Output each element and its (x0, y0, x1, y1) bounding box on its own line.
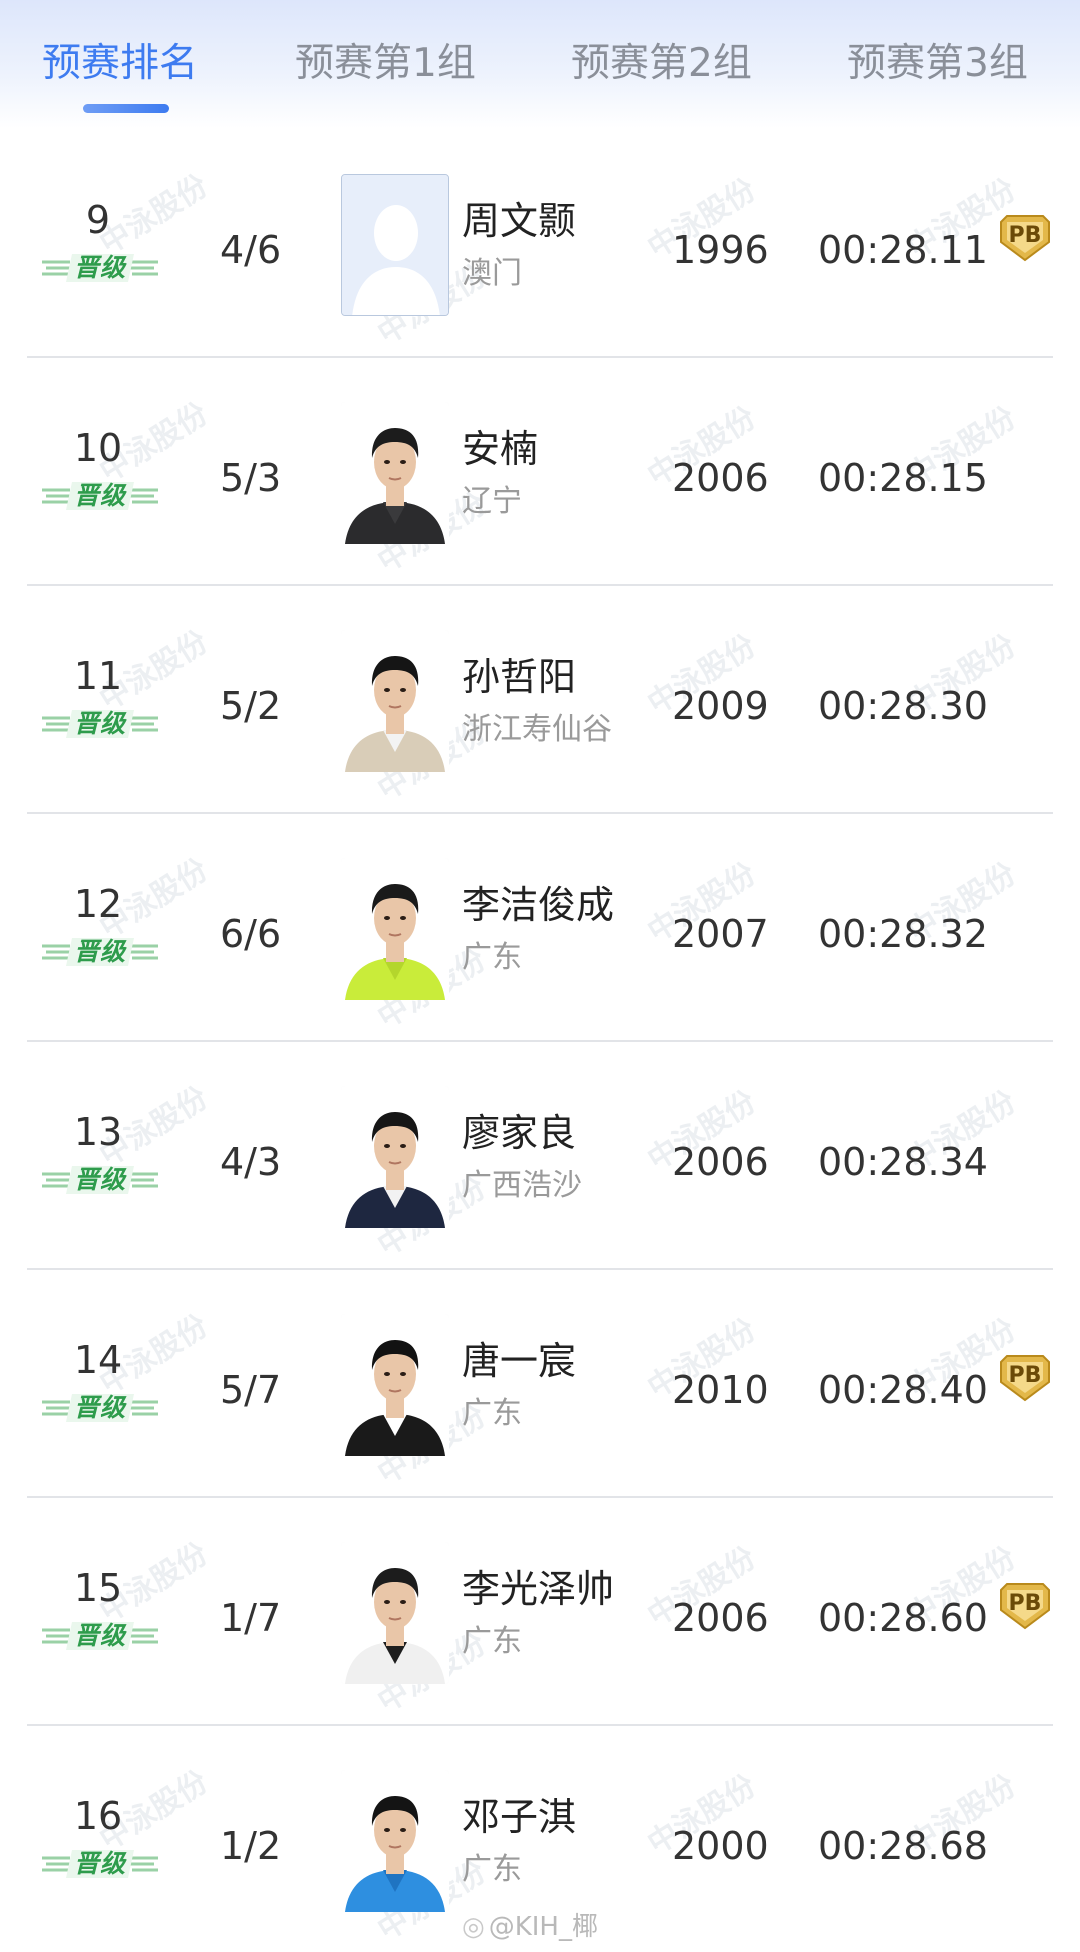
qualified-label: 晋级 (73, 1393, 126, 1422)
active-tab-indicator (83, 104, 169, 113)
race-time: 00:28.60 (818, 1596, 988, 1640)
qualified-badge: 晋级 (42, 1390, 158, 1426)
rank: 13 (73, 1110, 123, 1154)
birth-year: 2010 (672, 1368, 769, 1412)
athlete-photo[interactable] (341, 174, 449, 316)
qualified-label: 晋级 (73, 1621, 126, 1650)
race-time: 00:28.68 (818, 1824, 988, 1868)
result-row[interactable]: 中泳股份中泳股份中泳股份中泳股份9晋级4/6周文颢澳门199600:28.11P… (0, 130, 1080, 358)
birth-year: 2007 (672, 912, 769, 956)
qualified-label: 晋级 (73, 253, 126, 282)
qualified-badge: 晋级 (42, 1846, 158, 1882)
race-time: 00:28.15 (818, 456, 988, 500)
race-time: 00:28.32 (818, 912, 988, 956)
athlete-team: 辽宁 (462, 484, 522, 519)
athlete-name[interactable]: 邓子淇 (462, 1786, 576, 1841)
athlete-name[interactable]: 孙哲阳 (462, 646, 576, 701)
birth-year: 2000 (672, 1824, 769, 1868)
athlete-name[interactable]: 周文颢 (462, 190, 576, 245)
pb-badge: PB (997, 1352, 1053, 1402)
pb-label: PB (1008, 223, 1042, 248)
rank: 15 (73, 1566, 123, 1610)
tab-prelim-group-1[interactable]: 预赛第1组 (295, 34, 476, 94)
athlete-team: 浙江寿仙谷 (462, 712, 612, 747)
athlete-photo[interactable] (341, 630, 449, 772)
rank: 12 (73, 882, 123, 926)
result-row[interactable]: 中泳股份中泳股份中泳股份中泳股份15晋级1/7李光泽帅广东200600:28.6… (0, 1498, 1080, 1726)
result-row[interactable]: 中泳股份中泳股份中泳股份中泳股份12晋级6/6李洁俊成广东200700:28.3… (0, 814, 1080, 1042)
tab-prelim-group-3[interactable]: 预赛第3组 (847, 34, 1028, 94)
image-credit: ◎ @KIH_椰 (462, 1906, 598, 1943)
birth-year: 2006 (672, 456, 769, 500)
heat-lane: 4/6 (220, 228, 282, 272)
race-time: 00:28.11 (818, 228, 988, 272)
rank: 11 (73, 654, 123, 698)
rank: 14 (73, 1338, 123, 1382)
qualified-label: 晋级 (73, 937, 126, 966)
heat-lane: 6/6 (220, 912, 282, 956)
athlete-name[interactable]: 李光泽帅 (462, 1558, 614, 1613)
athlete-photo[interactable] (341, 402, 449, 544)
rank: 10 (73, 426, 123, 470)
qualified-label: 晋级 (73, 1849, 126, 1878)
birth-year: 2006 (672, 1596, 769, 1640)
heat-lane: 1/2 (220, 1824, 282, 1868)
credit-text: @KIH_椰 (488, 1912, 598, 1942)
athlete-photo[interactable] (341, 858, 449, 1000)
qualified-badge: 晋级 (42, 478, 158, 514)
race-time: 00:28.34 (818, 1140, 988, 1184)
rank: 9 (85, 198, 111, 242)
athlete-name[interactable]: 廖家良 (462, 1102, 576, 1157)
qualified-badge: 晋级 (42, 1162, 158, 1198)
race-time: 00:28.40 (818, 1368, 988, 1412)
heat-lane: 5/2 (220, 684, 282, 728)
athlete-name[interactable]: 安楠 (462, 418, 538, 473)
tab-prelim-group-2[interactable]: 预赛第2组 (571, 34, 752, 94)
athlete-name[interactable]: 李洁俊成 (462, 874, 614, 929)
heat-lane: 1/7 (220, 1596, 282, 1640)
race-time: 00:28.30 (818, 684, 988, 728)
qualified-badge: 晋级 (42, 250, 158, 286)
athlete-team: 广东 (462, 940, 522, 975)
result-row[interactable]: 中泳股份中泳股份中泳股份中泳股份10晋级5/3安楠辽宁200600:28.15 (0, 358, 1080, 586)
athlete-team: 广西浩沙 (462, 1168, 582, 1203)
athlete-photo[interactable] (341, 1542, 449, 1684)
athlete-photo[interactable] (341, 1086, 449, 1228)
pb-badge: PB (997, 212, 1053, 262)
birth-year: 2009 (672, 684, 769, 728)
qualified-badge: 晋级 (42, 934, 158, 970)
result-row[interactable]: 中泳股份中泳股份中泳股份中泳股份11晋级5/2孙哲阳浙江寿仙谷200900:28… (0, 586, 1080, 814)
pb-label: PB (1008, 1591, 1042, 1616)
results-list: 中泳股份中泳股份中泳股份中泳股份9晋级4/6周文颢澳门199600:28.11P… (0, 130, 1080, 1952)
qualified-label: 晋级 (73, 481, 126, 510)
weibo-icon: ◎ (462, 1912, 485, 1942)
tab-bar: 预赛排名 预赛第1组 预赛第2组 预赛第3组 (0, 0, 1080, 128)
athlete-team: 广东 (462, 1624, 522, 1659)
athlete-name[interactable]: 唐一宸 (462, 1330, 576, 1385)
qualified-badge: 晋级 (42, 706, 158, 742)
qualified-badge: 晋级 (42, 1618, 158, 1654)
qualified-label: 晋级 (73, 709, 126, 738)
qualified-label: 晋级 (73, 1165, 126, 1194)
pb-label: PB (1008, 1363, 1042, 1388)
athlete-team: 澳门 (462, 256, 522, 291)
pb-badge: PB (997, 1580, 1053, 1630)
athlete-photo[interactable] (341, 1314, 449, 1456)
heat-lane: 4/3 (220, 1140, 282, 1184)
athlete-photo[interactable] (341, 1770, 449, 1912)
result-row[interactable]: 中泳股份中泳股份中泳股份中泳股份13晋级4/3廖家良广西浩沙200600:28.… (0, 1042, 1080, 1270)
rank: 16 (73, 1794, 123, 1838)
athlete-team: 广东 (462, 1852, 522, 1887)
result-row[interactable]: 中泳股份中泳股份中泳股份中泳股份14晋级5/7唐一宸广东201000:28.40… (0, 1270, 1080, 1498)
birth-year: 1996 (672, 228, 769, 272)
birth-year: 2006 (672, 1140, 769, 1184)
athlete-team: 广东 (462, 1396, 522, 1431)
heat-lane: 5/3 (220, 456, 282, 500)
heat-lane: 5/7 (220, 1368, 282, 1412)
tab-prelim-ranking[interactable]: 预赛排名 (42, 34, 198, 94)
